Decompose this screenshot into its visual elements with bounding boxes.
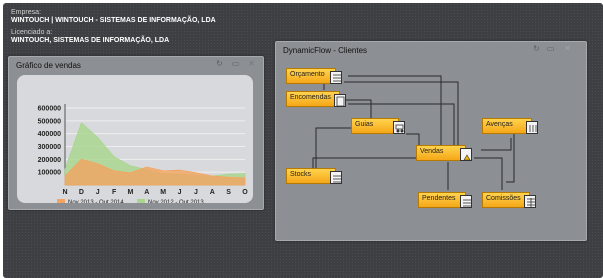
x-tick-label: N xyxy=(62,189,67,196)
licensee-label: Licenciado a: xyxy=(11,29,53,36)
flow-node-label: Comissões xyxy=(486,195,521,202)
sales-chart-area: 600000 500000 400000 300000 200000 100000 N D J F… xyxy=(17,75,253,203)
x-tick-label: M xyxy=(160,189,166,196)
flow-node-avencas[interactable]: Avenças xyxy=(482,118,538,134)
connector-guias-vendas xyxy=(406,133,420,145)
legend-swatch xyxy=(137,199,145,203)
flow-node-label: Stocks xyxy=(290,171,312,178)
licensee-value: WINTOUCH, SISTEMAS DE INFORMAÇÃO, LDA xyxy=(11,37,170,44)
x-tick-label: J xyxy=(96,189,100,196)
sales-chart-title: Gráfico de vendas xyxy=(16,61,81,70)
x-tick-label: A xyxy=(210,189,215,196)
flow-node-label: Guias xyxy=(355,121,374,128)
connector-avencas-comissoes xyxy=(506,132,515,183)
licensee-info: Licenciado a: WINTOUCH, SISTEMAS DE INFO… xyxy=(11,29,169,45)
x-tick-label: M xyxy=(128,189,134,196)
y-tick-label: 400000 xyxy=(38,131,61,138)
document-icon xyxy=(334,94,346,107)
connector-vendas-comissoes xyxy=(474,157,503,190)
minimize-icon[interactable]: ▭ xyxy=(231,60,240,68)
flow-node-label: Avenças xyxy=(486,121,513,128)
company-label: Empresa: xyxy=(11,9,41,16)
table-icon xyxy=(524,195,536,208)
y-tick-label: 300000 xyxy=(38,144,61,151)
close-icon[interactable]: ✕ xyxy=(247,60,256,68)
y-tick-label: 200000 xyxy=(38,157,61,164)
connector-vendas-avencas xyxy=(481,138,512,151)
sales-chart-panel: Gráfico de vendas ↻ ▭ ✕ 600000 500000 4000… xyxy=(8,56,264,210)
x-tick-label: J xyxy=(194,189,198,196)
flow-node-comissoes[interactable]: Comissões xyxy=(482,192,536,208)
flow-node-label: Encomendas xyxy=(290,94,331,101)
calendar-icon xyxy=(526,121,538,134)
company-value: WINTOUCH | WINTOUCH - SISTEMAS DE INFORM… xyxy=(11,17,216,24)
y-tick-label: 500000 xyxy=(38,118,61,125)
flow-node-pendentes[interactable]: Pendentes xyxy=(418,192,472,208)
desktop-background: Empresa: WINTOUCH | WINTOUCH - SISTEMAS … xyxy=(3,3,603,278)
x-tick-label: F xyxy=(112,189,117,196)
truck-icon xyxy=(393,121,405,134)
company-info: Empresa: WINTOUCH | WINTOUCH - SISTEMAS … xyxy=(11,9,216,25)
y-tick-label: 100000 xyxy=(38,170,61,177)
x-tick-label: S xyxy=(226,189,231,196)
flow-node-orcamento[interactable]: Orçamento xyxy=(286,68,342,84)
flow-node-encomendas[interactable]: Encomendas xyxy=(286,91,346,107)
list-icon xyxy=(460,195,472,208)
list-icon xyxy=(330,171,342,184)
refresh-icon[interactable]: ↻ xyxy=(215,60,224,68)
legend-label: Nov 2013 - Out 2014 xyxy=(68,200,124,203)
x-tick-label: A xyxy=(144,189,149,196)
legend-swatch xyxy=(57,199,65,203)
flow-node-label: Orçamento xyxy=(290,71,325,78)
flow-node-label: Pendentes xyxy=(422,195,456,202)
sales-chart: 600000 500000 400000 300000 200000 100000 N D J F… xyxy=(38,104,248,203)
flow-node-guias[interactable]: Guias xyxy=(351,118,405,134)
x-tick-label: D xyxy=(79,189,84,196)
connector-encomendas-guias xyxy=(343,99,372,118)
dynamicflow-panel: DynamicFlow - Clientes ↻ ▭ ✕ Orçamento E… xyxy=(275,41,587,241)
flow-node-vendas[interactable]: Vendas xyxy=(416,145,472,161)
y-tick-label: 600000 xyxy=(38,106,61,113)
x-tick-label: J xyxy=(178,189,182,196)
table-icon xyxy=(330,71,342,84)
flow-node-label: Vendas xyxy=(420,148,444,155)
legend-label: Nov 2012 - Out 2013 xyxy=(148,200,204,203)
x-tick-label: O xyxy=(242,189,248,196)
connector-guias-stocks xyxy=(315,127,352,168)
flow-node-stocks[interactable]: Stocks xyxy=(286,168,342,184)
invoice-icon xyxy=(460,148,472,161)
